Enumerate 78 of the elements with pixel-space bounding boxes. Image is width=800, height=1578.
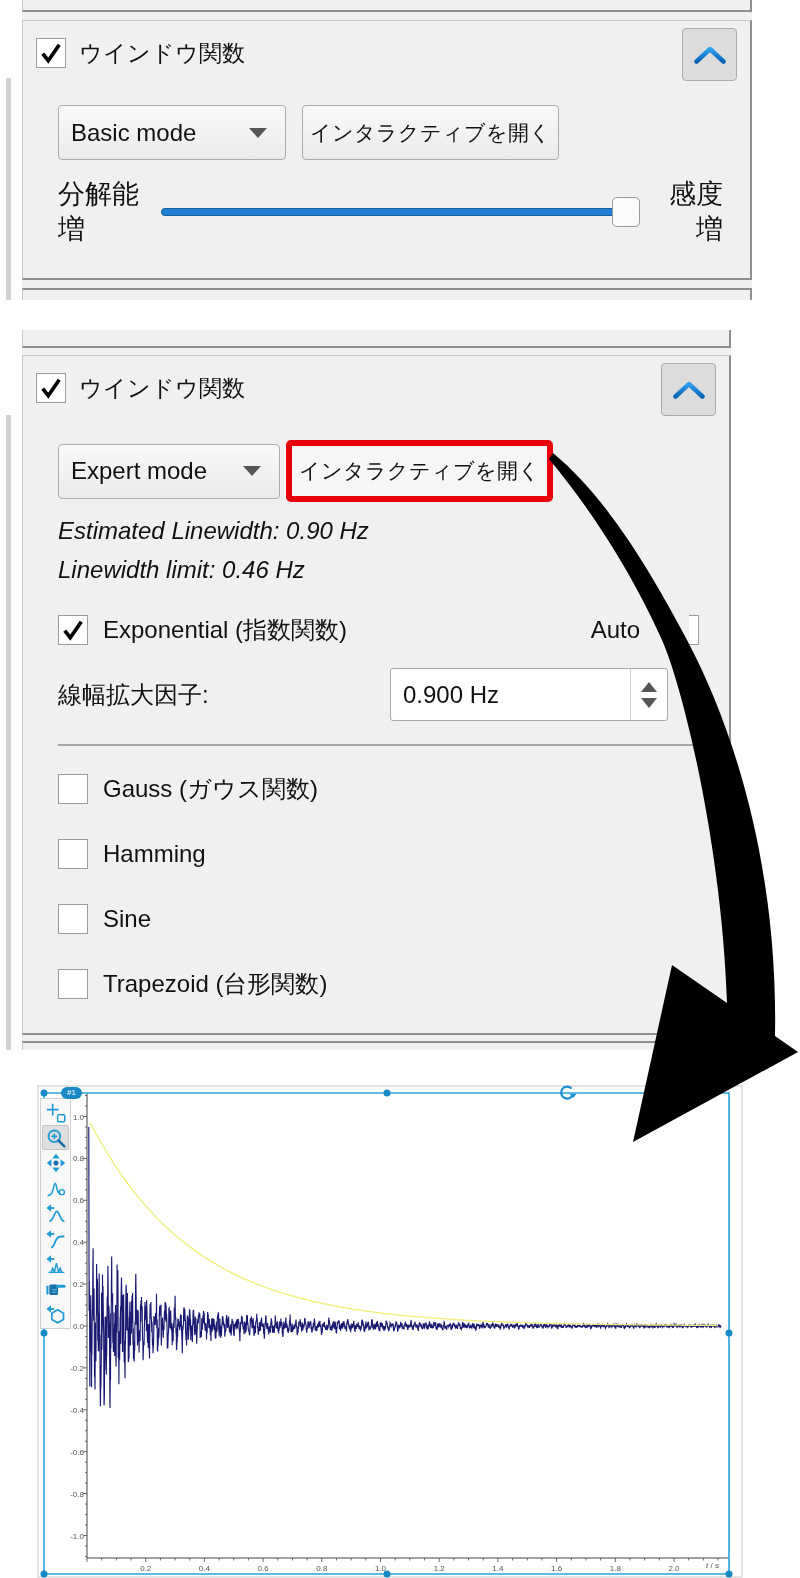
collapse-button[interactable] [661,363,716,416]
checkbox-label: Trapezoid (台形関数) [103,968,328,999]
axis-tick-label: -1.0 [70,1531,84,1541]
checkbox[interactable] [689,614,699,645]
checkbox-label: Gauss (ガウス関数) [103,773,318,804]
slider-thumb[interactable] [611,197,640,227]
axis-tick-label: 1.0 [72,1112,84,1122]
checkbox[interactable] [58,838,88,869]
checkbox-label: Exponential (指数関数) [103,614,348,645]
checkmark-icon [40,42,62,64]
checkbox[interactable] [58,773,88,804]
axis-tick-label: 1.0 [374,1564,387,1573]
axis-tick-label: 0.2 [72,1280,84,1290]
info-text: Estimated Linewidth: 0.90 Hz [58,516,370,546]
resize-handle[interactable] [725,1329,733,1337]
checkbox-label: Auto [590,615,640,644]
caret-down-icon [249,127,267,138]
checkbox[interactable] [36,38,66,68]
panel-title: ウインドウ関数 [79,374,245,403]
arrow-peak-icon [45,1203,66,1224]
axis-tick-label: 0.2 [140,1564,152,1573]
resize-handle[interactable] [725,1570,733,1578]
checkbox[interactable] [58,968,88,999]
checkbox-label: Hamming [103,839,206,868]
resize-handle[interactable] [40,1570,48,1578]
open-interactive-button[interactable]: インタラクティブを開く [302,105,559,160]
field-label: 線幅拡大因子: [58,679,209,710]
slider-max-label: 感度増 [668,178,723,246]
checkbox[interactable] [58,614,88,645]
checkbox[interactable] [36,373,66,403]
axis-tick-label: 0.8 [72,1154,84,1164]
chevron-up-icon [693,45,726,64]
axis-tick-label: 1.2 [433,1564,445,1573]
arrow-curve-icon [45,1228,66,1249]
plot-number-badge[interactable]: #1 [61,1087,82,1099]
axis-tick-label: 0.8 [316,1564,328,1573]
axis-tick-label: -0.8 [70,1489,84,1499]
checkmark-icon [40,377,62,399]
arrow-multiplet-icon [45,1253,66,1274]
slider-track[interactable] [161,197,640,227]
chevron-up-icon [672,380,705,399]
rotate-icon[interactable] [560,1085,577,1100]
axis-tick-label: -0.4 [70,1405,84,1415]
checkmark-icon [62,618,84,641]
spin-box[interactable]: 0.900 Hz [390,668,668,721]
axis-tick-label: -0.2 [70,1363,84,1373]
arrow-hexagon-icon [45,1304,66,1325]
checkbox[interactable] [58,903,88,934]
resize-handle[interactable] [383,1570,391,1578]
checkbox-label: Sine [103,904,152,933]
resize-handle[interactable] [40,1089,48,1097]
up-arrow-icon[interactable] [641,681,657,692]
panel-title: ウインドウ関数 [79,39,245,68]
resize-handle[interactable] [40,1329,48,1337]
axis-tick-label: 0.4 [72,1238,84,1248]
caret-down-icon [243,466,261,476]
axis-tick-label: 0.6 [257,1564,269,1573]
mode-dropdown[interactable]: Expert mode [58,443,280,499]
axis-tick-label: 0.0 [72,1322,84,1331]
axis-tick-label: -0.6 [70,1447,84,1457]
crosshair-icon [45,1102,66,1123]
axis-tick-label: 1.8 [609,1564,621,1573]
slider-min-label: 分解能増 [58,178,140,246]
collapse-button[interactable] [682,28,737,81]
tool-button[interactable] [42,1125,69,1151]
zoom-in-icon [45,1127,66,1148]
move-icon [45,1153,66,1174]
axis-tick-label: 1.6 [551,1564,563,1573]
axis-tick-label: 1.4 [492,1564,504,1573]
axis-tick-label: 0.4 [198,1564,210,1573]
axis-title: t / s [706,1561,719,1571]
open-interactive-button[interactable]: インタラクティブを開く [286,440,553,502]
info-text: Linewidth limit: 0.46 Hz [58,555,306,585]
mode-dropdown[interactable]: Basic mode [58,105,286,160]
axis-tick-label: 2.0 [668,1564,680,1573]
resize-handle[interactable] [383,1089,391,1097]
down-arrow-icon[interactable] [641,697,657,708]
axis-tick-label: 0.6 [72,1196,84,1206]
